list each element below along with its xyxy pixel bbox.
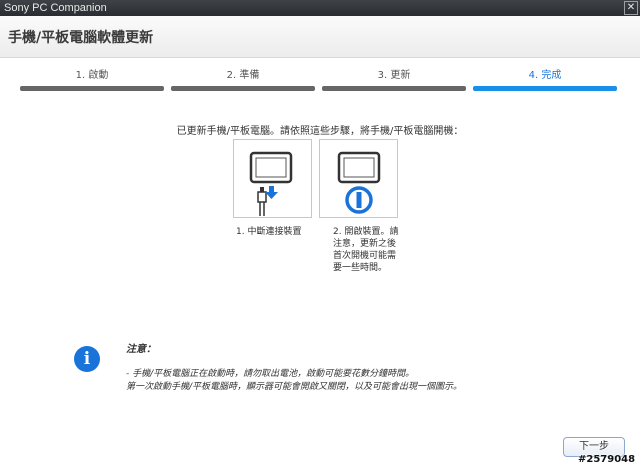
step-bar	[20, 86, 164, 91]
instruction-text: 已更新手機/平板電腦。請依照這些步驟，將手機/平板電腦開機：	[176, 126, 464, 137]
step-card-disconnect	[233, 139, 312, 218]
disconnect-cable-icon	[249, 151, 293, 216]
note-text-line-2: 第一次啟動手機/平板電腦時，顯示器可能會開啟又關閉，以及可能會出現一個圖示。	[126, 382, 463, 392]
step-complete: 4. 完成	[473, 66, 617, 94]
step-prepare: 2. 準備	[171, 66, 315, 94]
step-label: 3. 更新	[377, 70, 411, 81]
step-label: 2. 準備	[226, 70, 260, 81]
progress-steps: 1. 啟動 2. 準備 3. 更新 4. 完成	[20, 66, 618, 94]
note-title: 注意：	[126, 344, 156, 355]
info-icon: i	[74, 346, 100, 372]
step-label: 1. 啟動	[75, 70, 109, 81]
page-title: 手機/平板電腦軟體更新	[8, 30, 154, 46]
close-button[interactable]: ✕	[624, 1, 638, 15]
step-update: 3. 更新	[322, 66, 466, 94]
step-label: 4. 完成	[528, 70, 562, 81]
step-caption-power-on: 2. 開啟裝置。請注意，更新之後首次開機可能需要一些時間。	[333, 227, 399, 273]
dialog-header: 手機/平板電腦軟體更新	[0, 16, 640, 58]
step-start: 1. 啟動	[20, 66, 164, 94]
step-bar	[171, 86, 315, 91]
step-caption-disconnect: 1. 中斷連接裝置	[236, 227, 302, 237]
window-title: Sony PC Companion	[4, 2, 107, 14]
watermark-text: #2579048	[578, 454, 636, 465]
step-bar	[473, 86, 617, 91]
close-icon: ✕	[626, 2, 636, 13]
note-text-line-1: - 手機/平板電腦正在啟動時，請勿取出電池，啟動可能要花數分鐘時間。	[126, 369, 415, 379]
step-card-power-on	[319, 139, 398, 218]
step-bar	[322, 86, 466, 91]
power-on-icon	[337, 151, 381, 214]
window-titlebar: Sony PC Companion ✕	[0, 0, 640, 16]
